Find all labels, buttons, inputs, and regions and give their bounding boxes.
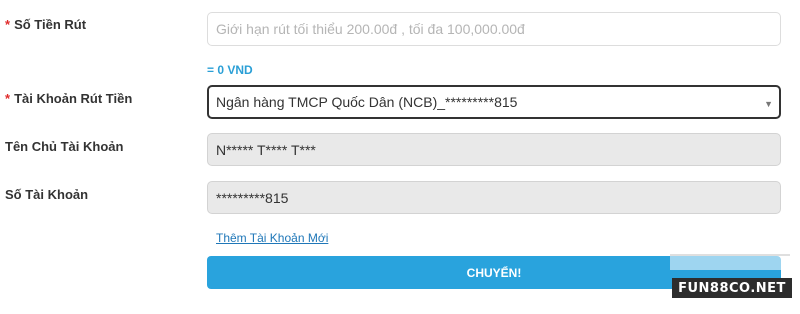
account-label-text: Tài Khoản Rút Tiền — [14, 91, 133, 106]
account-number-value: *********815 — [216, 189, 289, 206]
add-account-link[interactable]: Thêm Tài Khoản Mới — [216, 231, 328, 245]
account-label: * Tài Khoản Rút Tiền — [5, 91, 132, 106]
holder-name-field: N***** T**** T*** — [207, 133, 781, 166]
amount-input[interactable]: Giới hạn rút tối thiểu 200.00đ , tối đa … — [207, 12, 781, 46]
required-mark: * — [5, 91, 11, 106]
amount-conversion: = 0 VND — [207, 63, 253, 77]
watermark: FUN88CO.NET — [672, 278, 792, 298]
amount-label: * Số Tiền Rút — [5, 17, 86, 32]
watermark-logo-shape — [670, 254, 790, 270]
account-selected-value: Ngân hàng TMCP Quốc Dân (NCB)_*********8… — [216, 94, 518, 110]
caret-down-icon: ▼ — [764, 99, 773, 109]
account-select[interactable]: Ngân hàng TMCP Quốc Dân (NCB)_*********8… — [207, 85, 781, 119]
account-number-field: *********815 — [207, 181, 781, 214]
amount-label-text: Số Tiền Rút — [14, 17, 87, 32]
holder-name-value: N***** T**** T*** — [216, 141, 316, 158]
account-number-label: Số Tài Khoản — [5, 187, 89, 202]
withdraw-form: * Số Tiền Rút Giới hạn rút tối thiểu 200.… — [0, 0, 800, 314]
required-mark: * — [5, 17, 11, 32]
holder-name-label: Tên Chủ Tài Khoản — [5, 139, 124, 154]
amount-placeholder: Giới hạn rút tối thiểu 200.00đ , tối đa … — [216, 21, 525, 37]
